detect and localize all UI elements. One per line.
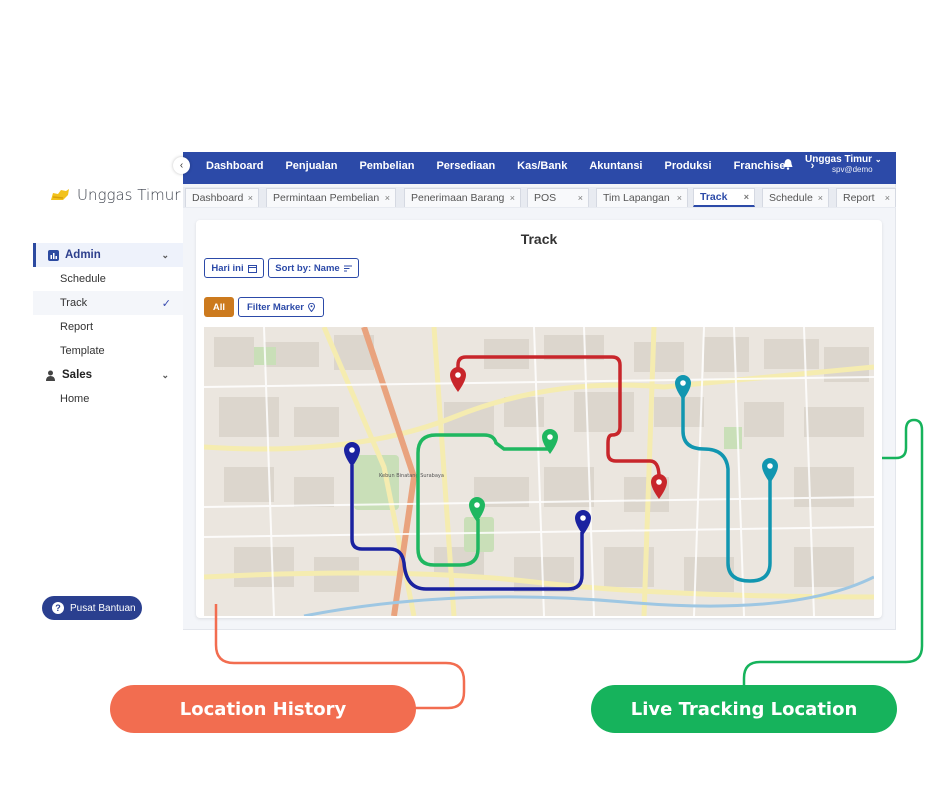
filter-marker-label: Filter Marker — [246, 301, 305, 313]
tab-label: Penerimaan Barang — [411, 192, 505, 204]
sidebar-item-home[interactable]: Home — [33, 387, 183, 411]
topnav-akuntansi[interactable]: Akuntansi — [589, 160, 642, 172]
tab-label: Dashboard — [192, 192, 244, 204]
tab-track[interactable]: Track × — [693, 188, 755, 207]
top-menu: Dashboard Penjualan Pembelian Persediaan… — [206, 152, 836, 179]
tab-label: Tim Lapangan — [603, 192, 670, 204]
calendar-icon — [247, 264, 257, 273]
location-history-callout: Location History — [110, 685, 416, 733]
sidebar-item-label: Home — [60, 393, 90, 405]
brand-logo[interactable]: Unggas Timur — [49, 186, 180, 204]
sidebar-item-track[interactable]: Track ✓ — [33, 291, 183, 315]
topnav-dashboard[interactable]: Dashboard — [206, 160, 263, 172]
date-filter-button[interactable]: Hari ini — [204, 258, 264, 278]
tab-label: Permintaan Pembelian — [273, 192, 380, 204]
close-icon[interactable]: × — [510, 193, 515, 203]
chevron-down-icon: ⌄ — [874, 155, 882, 164]
sidebar-item-label: Report — [60, 321, 94, 333]
close-icon[interactable]: × — [885, 193, 890, 203]
sidebar-group-label: Admin — [65, 249, 101, 261]
sidebar-collapse-button[interactable]: ‹ — [173, 157, 190, 174]
all-filter-button[interactable]: All — [204, 297, 234, 317]
location-pin-icon — [308, 302, 316, 312]
sidebar-item-report[interactable]: Report — [33, 315, 183, 339]
filter-marker-button[interactable]: Filter Marker — [238, 297, 324, 317]
tab-penerimaan-barang[interactable]: Penerimaan Barang × — [404, 188, 521, 207]
tab-tim-lapangan[interactable]: Tim Lapangan × — [596, 188, 688, 207]
topnav-penjualan[interactable]: Penjualan — [285, 160, 337, 172]
check-icon: ✓ — [161, 297, 171, 310]
tab-label: Track — [700, 191, 728, 203]
live-tracking-callout: Live Tracking Location — [591, 685, 897, 733]
close-icon[interactable]: × — [744, 192, 749, 202]
user-menu[interactable]: Unggas Timur ⌄ spv@demo — [805, 154, 882, 174]
tab-schedule[interactable]: Schedule × — [762, 188, 829, 207]
bar-chart-icon — [48, 249, 59, 261]
tab-pos[interactable]: POS × — [527, 188, 589, 207]
sort-button[interactable]: Sort by: Name — [268, 258, 359, 278]
sort-label: Sort by: Name — [275, 262, 340, 274]
close-icon[interactable]: × — [248, 193, 253, 203]
close-icon[interactable]: × — [677, 193, 682, 203]
chevron-down-icon: ⌄ — [161, 249, 169, 260]
sidebar-item-label: Template — [60, 345, 105, 357]
user-icon — [45, 370, 56, 381]
tab-label: Report — [843, 192, 875, 204]
user-role: spv@demo — [832, 165, 873, 174]
sort-icon — [343, 265, 352, 271]
chicken-logo-icon — [51, 189, 69, 200]
topnav-produksi[interactable]: Produksi — [665, 160, 712, 172]
sidebar-item-label: Schedule — [60, 273, 106, 285]
tab-permintaan-pembelian[interactable]: Permintaan Pembelian × — [266, 188, 396, 207]
sidebar-group-sales[interactable]: Sales ⌄ — [33, 363, 183, 387]
tab-report[interactable]: Report × — [836, 188, 896, 207]
user-name: Unggas Timur — [805, 154, 873, 165]
tab-label: Schedule — [769, 192, 813, 204]
topnav-persediaan[interactable]: Persediaan — [436, 160, 495, 172]
sidebar: Unggas Timur Admin ⌄ Schedule Track ✓ Rep… — [33, 152, 183, 630]
close-icon[interactable]: × — [578, 193, 583, 203]
topnav-franchise-label: Franchise — [733, 159, 786, 172]
page-title: Track — [520, 231, 558, 247]
question-icon: ? — [52, 602, 64, 614]
date-filter-label: Hari ini — [211, 262, 244, 274]
close-icon[interactable]: × — [385, 193, 390, 203]
help-center-label: Pusat Bantuan — [70, 602, 136, 614]
sidebar-group-admin[interactable]: Admin ⌄ — [33, 243, 183, 267]
chevron-left-icon: ‹ — [179, 160, 184, 171]
tab-bar: Dashboard × Permintaan Pembelian × Penerim… — [183, 187, 896, 208]
tab-label: POS — [534, 192, 557, 204]
close-icon[interactable]: × — [818, 193, 823, 203]
sidebar-item-template[interactable]: Template — [33, 339, 183, 363]
sidebar-item-schedule[interactable]: Schedule — [33, 267, 183, 291]
map-view[interactable]: Kebun Binatang Surabaya — [204, 327, 874, 616]
chevron-down-icon: ⌄ — [161, 369, 169, 380]
brand-name: Unggas Timur — [77, 186, 181, 204]
map-label: Kebun Binatang Surabaya — [379, 473, 444, 479]
bell-icon[interactable] — [783, 159, 793, 173]
sidebar-item-label: Track — [60, 297, 88, 309]
map-canvas: Kebun Binatang Surabaya — [204, 327, 874, 616]
topnav-kas-bank[interactable]: Kas/Bank — [517, 160, 567, 172]
sidebar-group-label: Sales — [62, 369, 93, 381]
topnav-pembelian[interactable]: Pembelian — [359, 160, 414, 172]
top-navbar: Dashboard Penjualan Pembelian Persediaan… — [183, 152, 896, 184]
tab-dashboard[interactable]: Dashboard × — [185, 188, 259, 207]
help-center-button[interactable]: ? Pusat Bantuan — [42, 596, 142, 620]
